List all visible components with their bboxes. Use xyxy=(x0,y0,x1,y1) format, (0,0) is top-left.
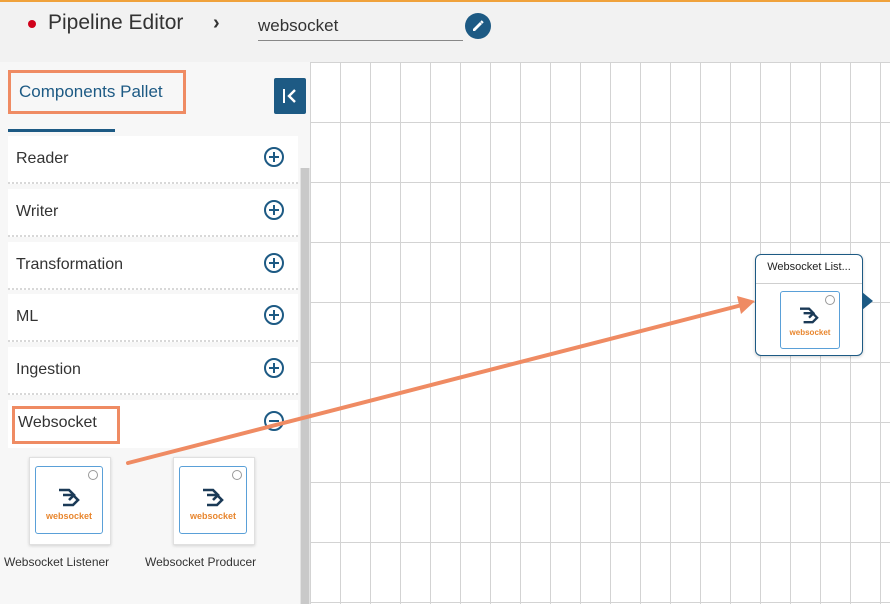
expand-plus-icon[interactable] xyxy=(264,358,284,378)
component-icon-frame: websocket xyxy=(35,466,103,534)
pencil-icon xyxy=(473,20,484,31)
websocket-logo-text: websocket xyxy=(45,511,93,521)
collapse-left-icon xyxy=(283,89,296,103)
active-tab-indicator xyxy=(8,129,115,132)
component-websocket-producer[interactable]: websocket xyxy=(173,457,255,545)
pallet-header: Components Pallet xyxy=(0,62,310,132)
category-reader[interactable]: Reader xyxy=(8,136,298,184)
websocket-logo-text: websocket xyxy=(189,511,237,521)
info-icon[interactable] xyxy=(825,295,835,305)
component-label: Websocket Producer xyxy=(145,555,257,569)
breadcrumb-chevron-icon: › xyxy=(213,12,220,34)
edit-name-button[interactable] xyxy=(465,13,491,39)
components-sidebar: Components Pallet Reader Writer Transfor… xyxy=(0,62,310,604)
category-ingestion[interactable]: Ingestion xyxy=(8,347,298,395)
category-ml[interactable]: ML xyxy=(8,294,298,342)
top-bar: Pipeline Editor › xyxy=(0,0,890,62)
category-label: Websocket xyxy=(18,414,97,431)
node-title: Websocket List... xyxy=(767,261,851,273)
page-title: Pipeline Editor xyxy=(48,11,184,34)
output-port[interactable] xyxy=(862,292,873,310)
tab-components-pallet[interactable]: Components Pallet xyxy=(8,70,186,114)
pipeline-name-input[interactable] xyxy=(258,12,463,41)
component-label: Websocket Listener xyxy=(4,555,110,569)
category-transformation[interactable]: Transformation xyxy=(8,242,298,290)
component-icon-frame: websocket xyxy=(179,466,247,534)
expand-plus-icon[interactable] xyxy=(264,305,284,325)
category-label: Writer xyxy=(16,203,59,220)
expand-plus-icon[interactable] xyxy=(264,147,284,167)
collapse-minus-icon[interactable] xyxy=(264,411,284,431)
info-icon[interactable] xyxy=(88,470,98,480)
expand-plus-icon[interactable] xyxy=(264,253,284,273)
scrollbar-thumb[interactable] xyxy=(301,168,309,604)
websocket-listener-node[interactable]: Websocket List... websocket xyxy=(755,254,863,356)
websocket-icon xyxy=(59,488,80,507)
category-label: Reader xyxy=(16,150,69,167)
info-icon[interactable] xyxy=(232,470,242,480)
websocket-logo-text: websocket xyxy=(789,328,831,337)
category-websocket[interactable]: Websocket xyxy=(8,400,298,448)
expand-plus-icon[interactable] xyxy=(264,200,284,220)
collapse-sidebar-button[interactable] xyxy=(274,78,306,114)
status-dot xyxy=(28,20,36,28)
component-websocket-listener[interactable]: websocket xyxy=(29,457,111,545)
category-writer[interactable]: Writer xyxy=(8,189,298,237)
category-label: Ingestion xyxy=(16,361,81,378)
category-label: ML xyxy=(16,308,39,325)
divider xyxy=(756,283,862,284)
node-icon-frame: websocket xyxy=(780,291,840,349)
websocket-icon xyxy=(800,307,819,324)
category-label: Transformation xyxy=(16,256,123,273)
websocket-icon xyxy=(203,488,224,507)
